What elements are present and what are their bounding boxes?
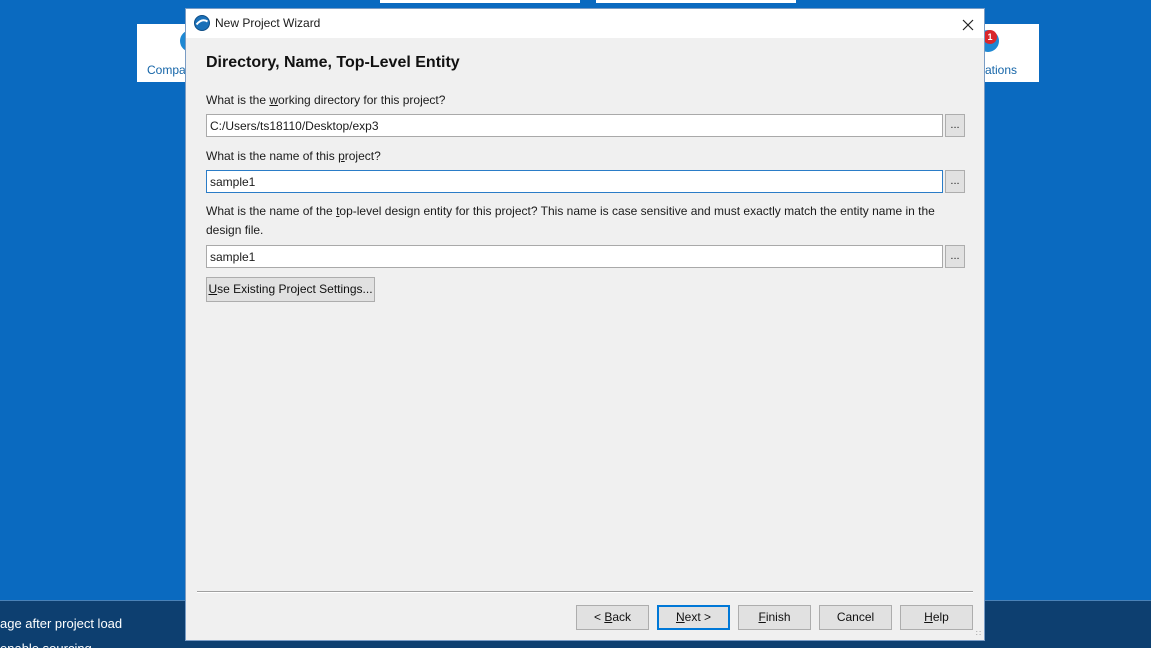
help-button[interactable]: Help <box>900 605 973 630</box>
use-existing-settings-button[interactable]: Use Existing Project Settings... <box>206 277 375 302</box>
background-tab-1 <box>380 0 580 3</box>
close-icon <box>962 19 974 30</box>
background-card-label: ations <box>985 63 1018 77</box>
project-name-label: What is the name of this project? <box>206 149 381 163</box>
browse-directory-button[interactable]: ... <box>945 114 965 137</box>
browse-project-name-button[interactable]: ... <box>945 170 965 193</box>
quartus-app-icon <box>194 15 210 31</box>
resize-grip-icon[interactable]: ∷ <box>976 629 981 638</box>
back-button[interactable]: < Back <box>576 605 649 630</box>
next-button[interactable]: Next > <box>657 605 730 630</box>
notification-badge: 1 <box>983 30 997 44</box>
project-name-field[interactable] <box>206 170 943 193</box>
top-level-entity-field[interactable] <box>206 245 943 268</box>
working-directory-field[interactable] <box>206 114 943 137</box>
dialog-titlebar[interactable]: New Project Wizard <box>186 9 984 38</box>
browse-top-level-entity-button[interactable]: ... <box>945 245 965 268</box>
working-directory-label: What is the working directory for this p… <box>206 93 446 107</box>
dialog-title: New Project Wizard <box>215 16 321 30</box>
background-card-label: Compa <box>147 63 186 77</box>
finish-button[interactable]: Finish <box>738 605 811 630</box>
cancel-button[interactable]: Cancel <box>819 605 892 630</box>
status-text: age after project load <box>0 616 123 631</box>
footer-separator <box>197 591 973 593</box>
status-text-2: enable sourcing ... <box>0 641 106 648</box>
close-button[interactable] <box>952 9 984 38</box>
background-tab-2 <box>596 0 796 3</box>
new-project-wizard-dialog: New Project Wizard Directory, Name, Top-… <box>185 8 985 641</box>
top-level-entity-label: What is the name of the top-level design… <box>206 204 935 237</box>
page-heading: Directory, Name, Top-Level Entity <box>206 54 460 71</box>
